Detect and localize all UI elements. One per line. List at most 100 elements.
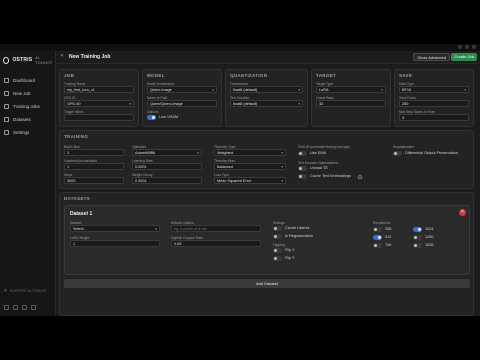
save-every-input[interactable]: 250 [399, 100, 469, 107]
linear-rank-input[interactable]: 32 [316, 100, 386, 107]
use-ema-toggle[interactable] [298, 151, 307, 156]
cache-text-embeddings-toggle[interactable] [298, 174, 307, 179]
learning-rate-input[interactable]: 0.0001 [132, 163, 202, 170]
back-icon[interactable]: ‹ [61, 53, 63, 59]
discord-icon[interactable] [13, 305, 18, 310]
trigger-word-input[interactable] [64, 114, 134, 121]
job-form: JOB Training Name my_first_lora_v1 GPU I… [59, 66, 477, 316]
training-heading: TRAINING [64, 134, 89, 139]
data-type-select[interactable]: BF16 [399, 86, 469, 93]
dataset-item: Dataset 1 × Dataset Select... LoRA Weigh… [64, 205, 470, 275]
target-type-select[interactable]: LoRA [316, 86, 386, 93]
add-dataset-button[interactable]: Add Dataset [64, 279, 470, 288]
text-encoder-select[interactable]: float8 (default) [230, 100, 303, 107]
x-icon[interactable] [22, 305, 27, 310]
youtube-icon[interactable] [31, 305, 36, 310]
resolutions-label: Resolutions [373, 221, 391, 225]
brand-name: OSTRIS [12, 57, 33, 63]
model-card: MODEL Model Architecture Qwen-Image Name… [142, 69, 222, 127]
sidebar-item-training-jobs[interactable]: Training Jobs [4, 100, 54, 113]
cache-latents-label: Cache Latents [285, 226, 310, 230]
resolution-toggle-768[interactable] [373, 243, 382, 248]
save-heading: SAVE [399, 73, 413, 78]
model-arch-select[interactable]: Qwen-Image [147, 86, 217, 93]
resolution-toggle-1280[interactable] [413, 235, 422, 240]
support-label: SUPPORT AI-TOOLKIT [9, 289, 47, 293]
transformer-select[interactable]: float8 (default) [230, 86, 303, 93]
steps-input[interactable]: 3000 [64, 177, 124, 184]
quantization-card: QUANTIZATION Transformer float8 (default… [225, 69, 308, 127]
grid-icon [4, 78, 9, 83]
unload-te-toggle[interactable] [298, 166, 307, 171]
page-header: ‹ New Training Job Show Advanced Create … [56, 51, 480, 64]
resolution-toggle-1536[interactable] [413, 243, 422, 248]
datasets-heading: DATASETS [64, 196, 90, 201]
window-controls [458, 45, 476, 49]
model-path-input[interactable]: Qwen/Qwen-Image [147, 100, 217, 107]
dataset-title: Dataset 1 [70, 211, 93, 217]
optimizer-select[interactable]: AdamW8Bit [132, 149, 202, 156]
timestep-type-select[interactable]: Weighted [214, 149, 286, 156]
batch-size-input[interactable]: 1 [64, 149, 124, 156]
ema-label: EMA (Exponential Moving Average) [298, 145, 350, 149]
options-label: Options [147, 110, 159, 114]
ostris-logo-icon [3, 56, 10, 64]
target-heading: TARGET [316, 73, 336, 78]
model-heading: MODEL [147, 73, 165, 78]
sidebar-item-new-job[interactable]: New Job [4, 87, 54, 100]
folder-icon [4, 117, 9, 122]
gpu-id-select[interactable]: GPU #0 [64, 100, 134, 107]
sidebar-item-dashboard[interactable]: Dashboard [4, 74, 54, 87]
is-regularization-toggle[interactable] [273, 234, 282, 239]
create-job-button[interactable]: Create Job [451, 53, 477, 61]
low-vram-toggle[interactable] [147, 115, 156, 120]
resolution-label: 768 [385, 243, 392, 247]
gear-icon [4, 130, 9, 135]
cache-latents-toggle[interactable] [273, 226, 282, 231]
job-heading: JOB [64, 73, 75, 78]
default-caption-input[interactable] [171, 225, 261, 232]
app-window: OSTRIS AI-TOOLKIT Dashboard New Job Trai… [0, 44, 480, 316]
differential-output-toggle[interactable] [393, 151, 402, 156]
help-icon[interactable] [358, 174, 362, 179]
grad-accum-input[interactable]: 1 [64, 163, 124, 170]
loss-type-select[interactable]: Mean Squared Error [214, 177, 286, 184]
flip-y-toggle[interactable] [273, 256, 282, 261]
settings-label: Settings [273, 221, 285, 225]
resolution-toggle-1024[interactable] [413, 227, 422, 232]
save-card: SAVE Data Type BF16 Save Every 250 Max S… [394, 69, 474, 127]
sidebar-item-datasets[interactable]: Datasets [4, 113, 54, 126]
unload-te-label: Unload TE [310, 166, 328, 170]
training-name-input[interactable]: my_first_lora_v1 [64, 86, 134, 93]
regularization-label: Regularization [393, 145, 415, 149]
support-link[interactable]: ♥ SUPPORT AI-TOOLKIT [4, 288, 47, 294]
resolution-toggle-512[interactable] [373, 235, 382, 240]
plus-icon [4, 91, 9, 96]
quantization-heading: QUANTIZATION [230, 73, 268, 78]
github-icon[interactable] [4, 305, 9, 310]
low-vram-label: Low VRAM [159, 115, 178, 119]
flip-x-toggle[interactable] [273, 248, 282, 253]
lora-weight-input[interactable]: 1 [70, 240, 160, 247]
resolution-toggle-256[interactable] [373, 227, 382, 232]
dataset-select[interactable]: Select... [70, 225, 160, 232]
sidebar: OSTRIS AI-TOOLKIT Dashboard New Job Trai… [0, 51, 56, 316]
max-saves-input[interactable]: 4 [399, 114, 469, 121]
caption-dropout-input[interactable]: 0.05 [171, 240, 261, 247]
social-links [4, 305, 36, 310]
timestep-bias-select[interactable]: Balanced [214, 163, 286, 170]
sidebar-item-label: Settings [13, 130, 30, 135]
resolution-label: 1024 [425, 227, 434, 231]
sidebar-item-label: Datasets [13, 117, 31, 122]
resolution-label: 1536 [425, 243, 434, 247]
delete-dataset-icon[interactable]: × [459, 209, 466, 216]
brand-sub: AI-TOOLKIT [35, 55, 53, 65]
cache-text-embeddings-label: Cache Text Embeddings [310, 174, 352, 178]
weight-decay-input[interactable]: 0.0001 [132, 177, 202, 184]
sidebar-item-settings[interactable]: Settings [4, 126, 54, 139]
page-title: New Training Job [69, 54, 111, 60]
sidebar-item-label: New Job [13, 91, 31, 96]
resolution-label: 256 [385, 227, 392, 231]
show-advanced-button[interactable]: Show Advanced [413, 53, 450, 61]
te-optimizations-label: Text Encoder Optimizations [298, 161, 339, 165]
